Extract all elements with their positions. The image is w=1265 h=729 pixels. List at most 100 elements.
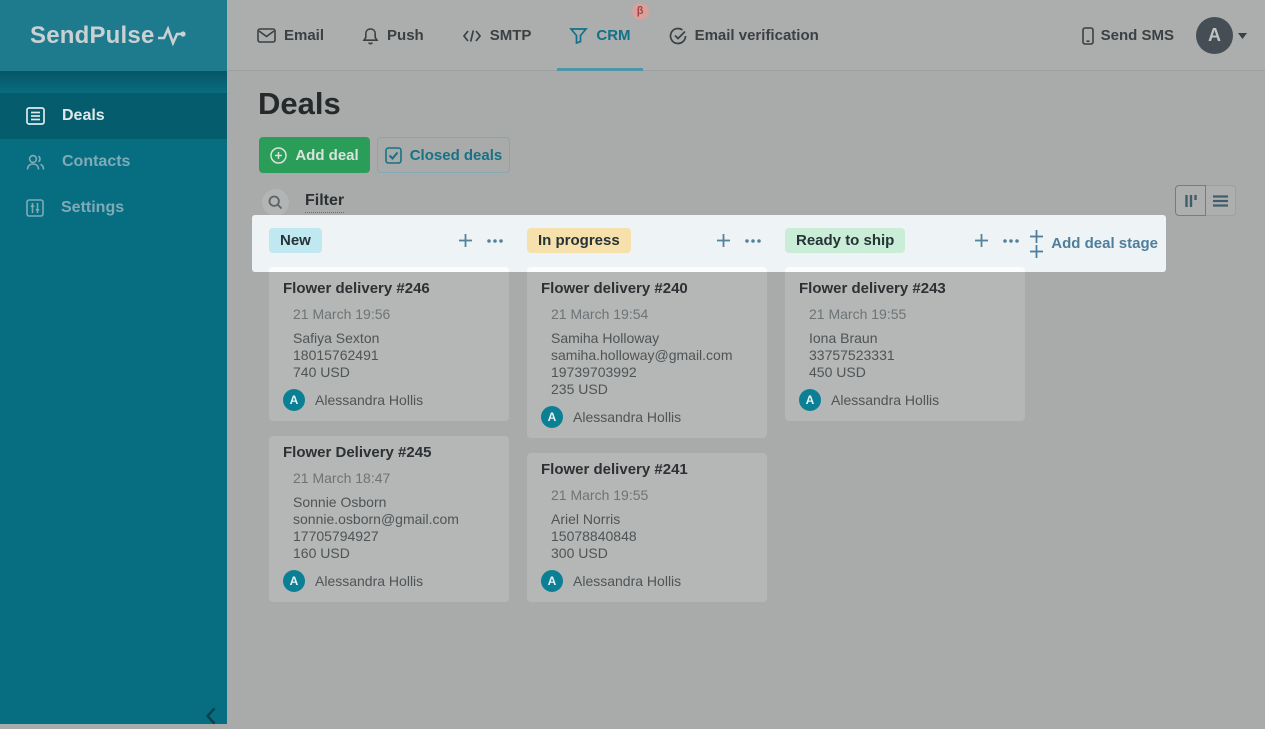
- owner-avatar: A: [541, 570, 563, 592]
- main-content: Deals Add deal Closed deals Filter Add d…: [227, 71, 1265, 724]
- deal-title: Flower delivery #240: [541, 280, 753, 298]
- stage-header-strip: Add deal stage New In progress Ready to …: [252, 215, 1166, 272]
- card-top-highlight: [785, 267, 1025, 272]
- top-nav-item-push[interactable]: Push: [350, 0, 436, 71]
- deal-contact-info: Sonnie Osbornsonnie.osborn@gmail.com1770…: [293, 494, 459, 562]
- deal-card[interactable]: Flower delivery #246 21 March 19:56 Safi…: [269, 272, 509, 421]
- top-nav-item-email[interactable]: Email: [245, 0, 336, 71]
- caret-down-icon: [1238, 33, 1247, 39]
- settings-icon: [26, 199, 44, 217]
- owner-name: Alessandra Hollis: [573, 573, 681, 589]
- send-sms-button[interactable]: Send SMS: [1082, 27, 1174, 45]
- stage-add-deal-icon[interactable]: [716, 233, 731, 248]
- caret-down-icon: [1238, 33, 1247, 39]
- deal-contact-info: Safiya Sexton18015762491740 USD: [293, 330, 379, 381]
- closed-deals-label: Closed deals: [410, 147, 503, 164]
- kanban-view-icon: [1184, 194, 1198, 208]
- topbar-right: Send SMS A: [1082, 0, 1247, 71]
- deals-icon: [26, 107, 45, 125]
- plus-icon: [1029, 229, 1044, 244]
- top-nav-item-crm[interactable]: CRM β: [557, 0, 642, 71]
- deal-date: 21 March 19:55: [551, 487, 648, 503]
- sidebar-item-deals[interactable]: Deals: [0, 93, 227, 139]
- owner-name: Alessandra Hollis: [315, 392, 423, 408]
- sidebar-collapse-button[interactable]: [198, 703, 224, 729]
- view-toggle: [1175, 185, 1236, 216]
- sidebar-item-contacts[interactable]: Contacts: [0, 139, 227, 185]
- top-nav-item-smtp[interactable]: SMTP: [450, 0, 544, 71]
- filter-input[interactable]: Filter: [262, 189, 344, 216]
- owner-name: Alessandra Hollis: [573, 409, 681, 425]
- brand-name: SendPulse: [30, 22, 155, 50]
- plus-icon: [974, 233, 989, 248]
- stage-column-ready-to-ship: Flower delivery #243 21 March 19:55 Iona…: [785, 272, 1025, 421]
- stage-header-new: New: [269, 227, 509, 254]
- stage-menu-icon[interactable]: [487, 239, 503, 243]
- checkbox-icon: [385, 147, 402, 164]
- plus-circle-icon: [270, 147, 287, 164]
- stage-name-badge[interactable]: New: [269, 228, 322, 253]
- owner-name: Alessandra Hollis: [831, 392, 939, 408]
- add-deal-stage-label: Add deal stage: [1051, 235, 1158, 252]
- filter-label: Filter: [305, 192, 344, 213]
- kanban-view-button[interactable]: [1175, 185, 1206, 216]
- list-view-icon: [1213, 195, 1228, 207]
- stage-menu-icon[interactable]: [1003, 239, 1019, 243]
- closed-deals-button[interactable]: Closed deals: [377, 137, 510, 173]
- list-view-icon: [1213, 195, 1228, 207]
- deal-title: Flower Delivery #245: [283, 444, 495, 462]
- deal-card[interactable]: Flower delivery #240 21 March 19:54 Sami…: [527, 272, 767, 438]
- crm-app: SendPulse Email Push SMTP CRM β Email ve…: [0, 0, 1265, 724]
- plus-icon: [1029, 244, 1044, 259]
- kanban-view-icon: [1184, 194, 1198, 208]
- account-menu[interactable]: A: [1196, 17, 1247, 54]
- list-view-button[interactable]: [1205, 185, 1236, 216]
- deal-title: Flower delivery #241: [541, 461, 753, 479]
- crm-icon: [569, 27, 588, 44]
- stage-column-in-progress: Flower delivery #240 21 March 19:54 Sami…: [527, 272, 767, 602]
- top-nav-item-email-verification[interactable]: Email verification: [657, 0, 831, 71]
- deal-contact-info: Samiha Hollowaysamiha.holloway@gmail.com…: [551, 330, 733, 398]
- deal-card[interactable]: Flower Delivery #245 21 March 18:47 Sonn…: [269, 436, 509, 602]
- owner-avatar: A: [799, 389, 821, 411]
- deal-date: 21 March 19:54: [551, 306, 648, 322]
- card-top-highlight: [269, 267, 509, 272]
- plus-icon: [716, 233, 731, 248]
- add-deal-label: Add deal: [295, 147, 358, 164]
- deal-card[interactable]: Flower delivery #241 21 March 19:55 Arie…: [527, 453, 767, 602]
- avatar: A: [1196, 17, 1233, 54]
- sidebar: Deals Contacts Settings: [0, 71, 227, 724]
- checkbox-icon: [385, 147, 402, 164]
- sidebar-item-settings[interactable]: Settings: [0, 185, 227, 231]
- dots-icon: [1003, 239, 1019, 243]
- search-icon: [262, 189, 289, 216]
- send-sms-label: Send SMS: [1101, 27, 1174, 44]
- plus-icon: [458, 233, 473, 248]
- deal-title: Flower delivery #243: [799, 280, 1011, 298]
- stage-menu-icon[interactable]: [745, 239, 761, 243]
- verification-icon: [669, 27, 687, 45]
- stage-add-deal-icon[interactable]: [974, 233, 989, 248]
- plus-circle-icon: [270, 147, 287, 164]
- plus-icon: [1029, 229, 1044, 259]
- deal-card[interactable]: Flower delivery #243 21 March 19:55 Iona…: [785, 272, 1025, 421]
- stage-name-badge[interactable]: In progress: [527, 228, 631, 253]
- dots-icon: [487, 239, 503, 243]
- stage-column-new: Flower delivery #246 21 March 19:56 Safi…: [269, 272, 509, 602]
- top-navigation-bar: SendPulse Email Push SMTP CRM β Email ve…: [0, 0, 1265, 71]
- stage-header-ready-to-ship: Ready to ship: [785, 227, 1025, 254]
- email-icon: [257, 28, 276, 43]
- contacts-icon: [26, 153, 45, 171]
- dots-icon: [745, 239, 761, 243]
- pulse-icon: [157, 26, 187, 46]
- sidebar-nav: Deals Contacts Settings: [0, 71, 227, 231]
- phone-icon: [1082, 27, 1094, 45]
- sendpulse-logo[interactable]: SendPulse: [0, 0, 227, 71]
- deal-title: Flower delivery #246: [283, 280, 495, 298]
- phone-icon: [1082, 27, 1094, 45]
- add-deal-button[interactable]: Add deal: [259, 137, 370, 173]
- add-deal-stage-button[interactable]: Add deal stage: [1029, 215, 1158, 272]
- stage-name-badge[interactable]: Ready to ship: [785, 228, 905, 253]
- stage-add-deal-icon[interactable]: [458, 233, 473, 248]
- beta-badge: β: [632, 3, 649, 20]
